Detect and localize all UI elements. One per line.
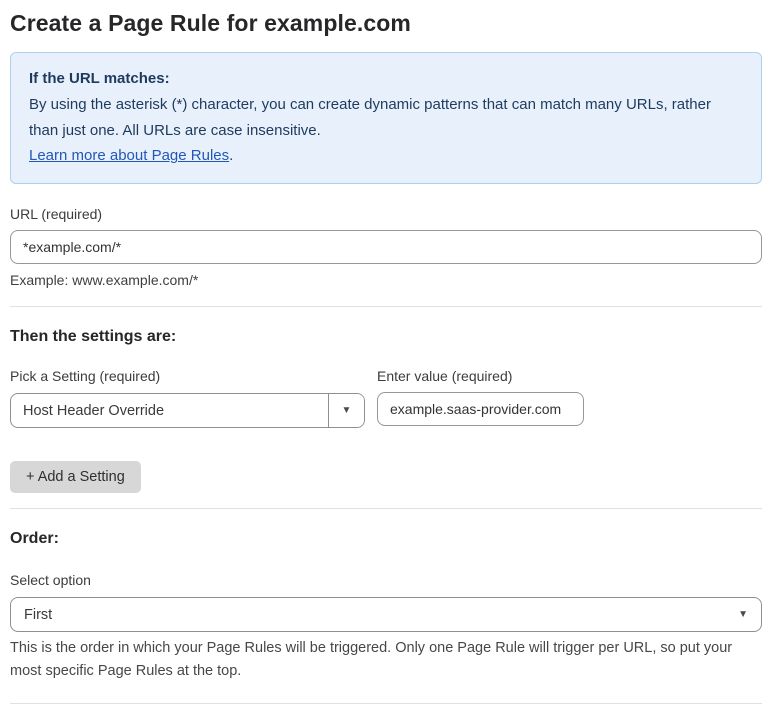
setting-select-arrow-button[interactable]: ▼ [328, 394, 364, 428]
setting-select-value: Host Header Override [23, 402, 165, 419]
order-select[interactable]: First ▼ [10, 597, 762, 633]
divider-after-url [10, 306, 762, 308]
page-title: Create a Page Rule for example.com [10, 10, 411, 36]
setting-value-label: Enter value (required) [377, 368, 513, 385]
chevron-down-icon: ▼ [341, 404, 352, 416]
divider-after-settings [10, 508, 762, 510]
add-setting-button[interactable]: + Add a Setting [10, 461, 141, 494]
chevron-down-icon: ▼ [738, 608, 748, 620]
setting-select[interactable]: Host Header Override ▼ [10, 393, 365, 429]
order-select-label: Select option [10, 572, 91, 589]
info-box-body: By using the asterisk (*) character, you… [29, 95, 711, 139]
setting-picker-label: Pick a Setting (required) [10, 368, 161, 385]
url-input[interactable] [10, 230, 762, 265]
setting-value-column: Enter value (required) [377, 355, 584, 427]
link-period: . [229, 147, 234, 165]
order-select-value: First [24, 606, 53, 623]
learn-more-link[interactable]: Learn more about Page Rules [29, 147, 229, 164]
url-matches-info-box: If the URL matches: By using the asteris… [10, 52, 762, 185]
info-box-heading: If the URL matches: [29, 70, 170, 87]
order-help-text: This is the order in which your Page Rul… [10, 640, 733, 679]
setting-value-input[interactable] [377, 392, 584, 427]
order-section-heading: Order: [10, 530, 59, 548]
settings-section-heading: Then the settings are: [10, 328, 177, 346]
url-field-label: URL (required) [10, 206, 103, 223]
divider-before-actions [10, 703, 762, 705]
url-example-hint: Example: www.example.com/* [10, 272, 199, 289]
page-rule-form: Create a Page Rule for example.com If th… [0, 0, 772, 711]
settings-row: Pick a Setting (required) Host Header Ov… [10, 346, 762, 429]
setting-picker-column: Pick a Setting (required) Host Header Ov… [10, 346, 365, 429]
info-box-link-line: Learn more about Page Rules. [29, 143, 743, 169]
